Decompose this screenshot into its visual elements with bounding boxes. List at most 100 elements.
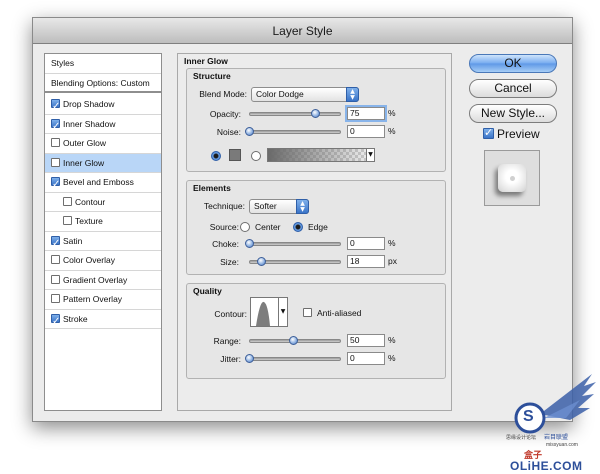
style-item-label: Gradient Overlay: [63, 274, 128, 285]
watermark-line2: missyuan.com: [546, 442, 578, 448]
style-checkbox[interactable]: [51, 234, 60, 253]
popup-arrows-icon: ▲ ▼: [346, 87, 359, 102]
preview-swatch: [498, 164, 526, 192]
style-checkbox[interactable]: [51, 255, 60, 264]
source-edge-radio[interactable]: [293, 222, 303, 232]
style-item-gradient-overlay[interactable]: Gradient Overlay: [45, 271, 161, 290]
style-item-contour[interactable]: Contour: [45, 193, 161, 212]
style-item-label: Pattern Overlay: [63, 294, 123, 304]
source-edge-label: Edge: [308, 222, 328, 232]
ok-button[interactable]: OK: [469, 54, 557, 73]
style-item-label: Drop Shadow: [63, 99, 115, 109]
style-checkbox[interactable]: [51, 117, 60, 136]
style-item-label: Inner Shadow: [63, 118, 116, 129]
contour-curve-icon: [252, 301, 278, 326]
preview-toggle[interactable]: Preview: [483, 126, 540, 141]
range-input[interactable]: 50: [347, 334, 385, 347]
anti-aliased-label: Anti-aliased: [317, 308, 362, 318]
style-checkbox[interactable]: [51, 97, 60, 117]
range-label: Range:: [213, 336, 241, 346]
style-item-label: Outer Glow: [63, 138, 106, 148]
styles-header[interactable]: Styles: [45, 54, 161, 74]
noise-slider-track[interactable]: [249, 130, 341, 134]
elements-title: Elements: [193, 183, 231, 193]
source-label: Source:: [209, 222, 239, 232]
technique-select[interactable]: Softer ▲ ▼: [249, 199, 309, 214]
glow-color-swatch[interactable]: [229, 149, 241, 161]
style-checkbox[interactable]: [51, 175, 60, 195]
style-item-outer-glow[interactable]: Outer Glow: [45, 134, 161, 154]
opacity-slider-track[interactable]: [249, 112, 341, 116]
style-item-label: Satin: [63, 235, 83, 246]
blend-mode-label: Blend Mode:: [199, 89, 247, 99]
new-style-button[interactable]: New Style...: [469, 104, 557, 123]
layer-style-dialog: Layer Style Styles Blending Options: Cus…: [32, 17, 573, 422]
preview-label: Preview: [497, 127, 540, 141]
size-slider-thumb[interactable]: [257, 257, 266, 266]
gradient-dropdown-icon[interactable]: ▼: [366, 148, 375, 162]
cancel-button[interactable]: Cancel: [469, 79, 557, 98]
choke-unit: %: [388, 238, 396, 248]
style-item-label: Contour: [75, 196, 106, 207]
style-item-drop-shadow[interactable]: Drop Shadow: [45, 95, 161, 117]
popup-arrows-icon: ▲ ▼: [296, 199, 309, 214]
noise-label: Noise:: [216, 127, 241, 137]
noise-input[interactable]: 0: [347, 125, 385, 138]
style-item-bevel-and-emboss[interactable]: Bevel and Emboss: [45, 173, 161, 195]
style-item-texture[interactable]: Texture: [45, 212, 161, 232]
style-checkbox[interactable]: [51, 138, 60, 147]
jitter-slider-thumb[interactable]: [245, 354, 254, 363]
style-item-satin[interactable]: Satin: [45, 232, 161, 253]
anti-aliased-checkbox[interactable]: [303, 308, 312, 317]
styles-list: Styles Blending Options: Custom Drop Sha…: [44, 53, 162, 411]
watermark-cn-top: 岩目联盟: [544, 435, 569, 441]
style-checkbox[interactable]: [51, 157, 60, 167]
style-item-inner-glow[interactable]: Inner Glow: [45, 153, 161, 173]
technique-value: Softer: [254, 201, 277, 211]
opacity-unit: %: [388, 108, 396, 118]
choke-slider-track[interactable]: [249, 242, 341, 246]
opacity-input[interactable]: 75: [347, 107, 385, 120]
source-center-radio[interactable]: [240, 222, 250, 232]
jitter-slider-track[interactable]: [249, 357, 341, 361]
color-mode-radio[interactable]: [211, 151, 221, 161]
structure-title: Structure: [193, 71, 231, 81]
style-checkbox[interactable]: [51, 312, 60, 331]
preview-checkbox[interactable]: [483, 126, 494, 139]
style-item-color-overlay[interactable]: Color Overlay: [45, 251, 161, 271]
opacity-slider-thumb[interactable]: [311, 109, 320, 118]
style-item-label: Color Overlay: [63, 255, 115, 265]
jitter-label: Jitter:: [220, 354, 241, 364]
style-item-inner-shadow[interactable]: Inner Shadow: [45, 115, 161, 136]
panel-title: Inner Glow: [184, 56, 228, 66]
size-unit: px: [388, 256, 397, 266]
style-item-label: Texture: [75, 216, 103, 226]
choke-input[interactable]: 0: [347, 237, 385, 250]
technique-label: Technique:: [203, 201, 245, 211]
style-checkbox[interactable]: [51, 294, 60, 303]
watermark: S 岩目联盟 思缘设计论坛 missyuan.com 盒子 OLiHE.COM: [500, 370, 600, 474]
gradient-mode-radio[interactable]: [251, 151, 261, 161]
glow-gradient-picker[interactable]: ▼: [267, 148, 375, 162]
style-checkbox[interactable]: [63, 196, 72, 206]
blending-options-item[interactable]: Blending Options: Custom: [45, 74, 161, 93]
size-input[interactable]: 18: [347, 255, 385, 268]
range-unit: %: [388, 335, 396, 345]
watermark-line3: OLiHE.COM: [510, 459, 583, 473]
choke-slider-thumb[interactable]: [245, 239, 254, 248]
range-slider-thumb[interactable]: [289, 336, 298, 345]
structure-group: Structure Blend Mode: Color Dodge ▲ ▼ Opa…: [186, 68, 446, 172]
style-item-stroke[interactable]: Stroke: [45, 310, 161, 331]
contour-picker[interactable]: ▼: [250, 297, 288, 327]
elements-group: Elements Technique: Softer ▲ ▼ Source: Ce…: [186, 180, 446, 275]
style-item-label: Stroke: [63, 313, 88, 324]
opacity-label: Opacity:: [209, 109, 241, 119]
style-checkbox[interactable]: [51, 274, 60, 284]
style-checkbox[interactable]: [63, 216, 72, 225]
blend-mode-select[interactable]: Color Dodge ▲ ▼: [251, 87, 359, 102]
contour-label: Contour:: [214, 309, 247, 319]
noise-slider-thumb[interactable]: [245, 127, 254, 136]
jitter-input[interactable]: 0: [347, 352, 385, 365]
style-item-pattern-overlay[interactable]: Pattern Overlay: [45, 290, 161, 310]
contour-dropdown-icon[interactable]: ▼: [278, 298, 287, 326]
